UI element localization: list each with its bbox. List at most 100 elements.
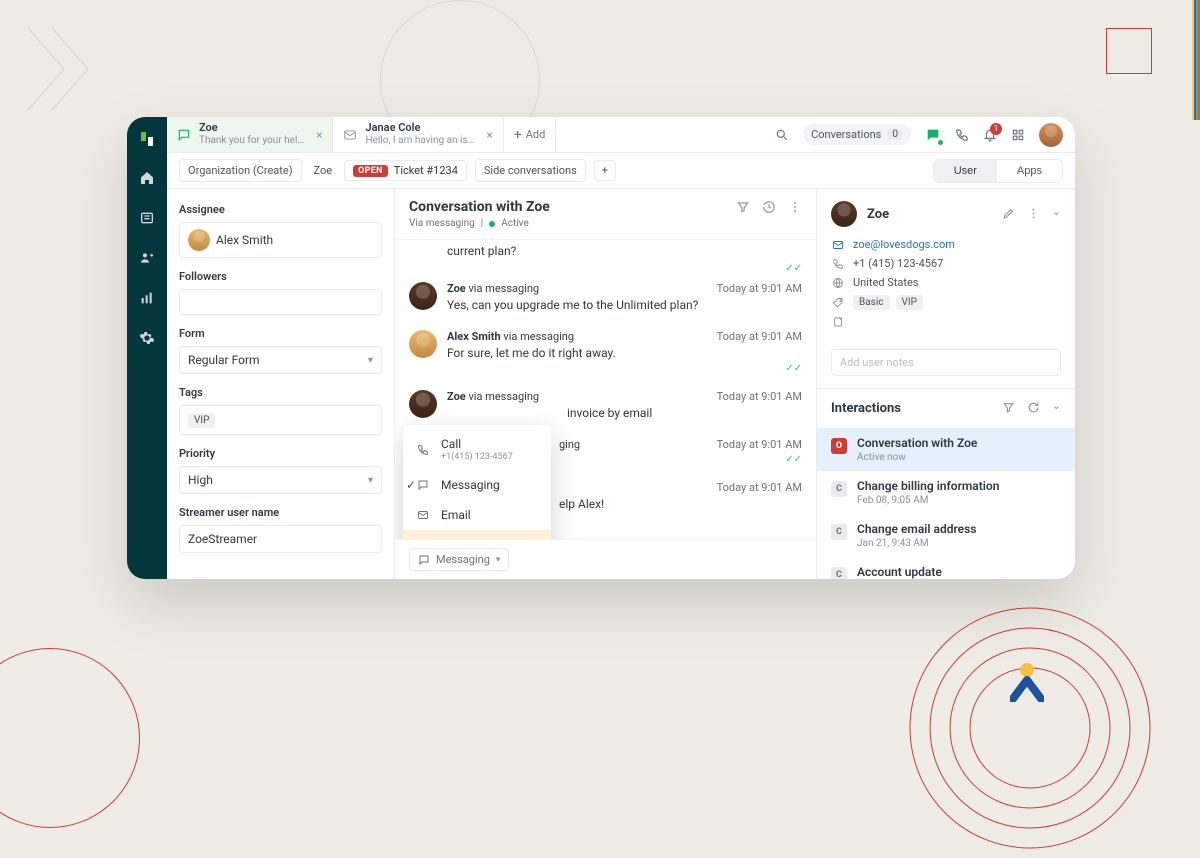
streamer-field[interactable]: ZoeStreamer	[179, 525, 382, 553]
ticket-properties-panel: Assignee Alex Smith Followers Form Regul…	[167, 189, 395, 579]
bg-square	[1106, 28, 1152, 74]
interaction-item[interactable]: C Change billing informationFeb 08, 9:05…	[817, 471, 1075, 514]
message-snippet: current plan?	[409, 244, 802, 260]
close-icon[interactable]: ×	[316, 128, 322, 142]
ticket-status-badge: OPEN	[353, 165, 388, 177]
mail-icon	[831, 239, 845, 251]
right-panel-segment: User Apps	[933, 159, 1063, 183]
bg-quarter-circle	[0, 648, 140, 828]
search-icon[interactable]	[775, 128, 789, 142]
current-user-avatar[interactable]	[1039, 123, 1063, 147]
user-country: United States	[853, 276, 918, 289]
assignee-field[interactable]: Alex Smith	[179, 222, 382, 258]
conversation-status: Active	[501, 218, 529, 229]
interaction-item[interactable]: C Change email addressJan 21, 9:43 AM	[817, 514, 1075, 557]
channel-messaging[interactable]: ✓ Messaging	[403, 470, 551, 500]
interactions-title: Interactions	[831, 401, 901, 416]
tags-field[interactable]: VIP	[179, 405, 382, 435]
user-phone: +1 (415) 123-4567	[853, 257, 943, 270]
user-notes-input[interactable]: Add user notes	[831, 349, 1061, 376]
nav-tickets[interactable]	[138, 209, 156, 227]
phone-icon	[831, 258, 845, 270]
assignee-name: Alex Smith	[216, 233, 273, 247]
avatar	[409, 282, 437, 310]
channel-internal-note[interactable]: Internal note	[403, 530, 551, 539]
apps-grid-icon[interactable]	[1011, 128, 1025, 142]
form-select[interactable]: Regular Form ▾	[179, 346, 382, 374]
user-panel: Zoe ⌄ zoe@lovesdogs.com +1 (415) 123-456…	[817, 189, 1075, 579]
ticket-chip[interactable]: OPEN Ticket #1234	[344, 160, 467, 181]
composer-channel-picker[interactable]: Messaging ▾	[409, 548, 509, 571]
conversation-via: Via messaging	[409, 218, 475, 229]
workspace-tabs: Zoe Thank you for your hel… × Janae Cole…	[167, 117, 1075, 153]
pill-label: Conversations	[811, 128, 881, 141]
channel-email[interactable]: Email	[403, 500, 551, 530]
entity-chip[interactable]: Zoe	[310, 160, 337, 181]
read-checks-icon: ✓✓	[559, 454, 802, 465]
interaction-title: Account update	[857, 565, 942, 579]
message-via: via messaging	[468, 390, 539, 403]
tab-zoe[interactable]: Zoe Thank you for your hel… ×	[167, 117, 333, 152]
read-checks-icon: ✓✓	[409, 263, 802, 274]
channel-label: Email	[441, 508, 471, 522]
close-icon[interactable]: ×	[486, 128, 492, 142]
chevron-down-icon: ▾	[368, 355, 373, 366]
more-icon[interactable]	[788, 199, 802, 218]
segment-user[interactable]: User	[934, 160, 997, 182]
channel-label: Internal note	[441, 538, 508, 539]
segment-apps[interactable]: Apps	[997, 160, 1062, 182]
nav-customers[interactable]	[138, 249, 156, 267]
composer: Messaging ▾	[395, 539, 816, 579]
status-c-badge: C	[831, 481, 847, 497]
streamer-label: Streamer user name	[179, 506, 382, 519]
refresh-icon[interactable]	[1027, 399, 1040, 418]
filter-icon[interactable]	[1002, 399, 1015, 418]
tab-janae[interactable]: Janae Cole Hello, I am having an is… ×	[333, 117, 503, 152]
add-side-conversation[interactable]: +	[594, 160, 616, 181]
filter-icon[interactable]	[736, 199, 750, 218]
message-text: elp Alex!	[559, 497, 802, 511]
tab-add[interactable]: + Add	[504, 117, 557, 152]
tab-subtitle: Hello, I am having an is…	[365, 135, 474, 147]
bg-double-chevron	[24, 24, 94, 114]
nav-reports[interactable]	[138, 289, 156, 307]
message-author: Alex Smith	[447, 330, 501, 343]
bell-icon[interactable]: 1	[983, 128, 997, 142]
side-conversations-chip[interactable]: Side conversations	[475, 159, 586, 182]
phone-icon[interactable]	[955, 128, 969, 142]
channel-switch-menu: Call+1(415) 123-4567 ✓ Messaging Email	[403, 425, 551, 539]
messaging-icon[interactable]	[925, 127, 941, 143]
followers-field[interactable]	[179, 289, 382, 315]
chevron-down-icon: ▾	[368, 475, 373, 486]
priority-value: High	[188, 473, 213, 487]
conversations-pill[interactable]: Conversations 0	[803, 124, 911, 145]
interaction-item[interactable]: C Account updateJan 3, 9:14 AM	[817, 557, 1075, 579]
interaction-sub: Active now	[857, 452, 977, 463]
streamer-value: ZoeStreamer	[188, 532, 257, 546]
chevron-down-icon[interactable]: ⌄	[1052, 399, 1061, 418]
tab-title: Zoe	[199, 122, 304, 135]
user-email[interactable]: zoe@lovesdogs.com	[853, 238, 955, 251]
message-text: Yes, can you upgrade me to the Unlimited…	[447, 298, 802, 312]
assignee-label: Assignee	[179, 203, 382, 216]
channel-call[interactable]: Call+1(415) 123-4567	[403, 429, 551, 470]
sub-toolbar: Organization (Create) Zoe OPEN Ticket #1…	[167, 153, 1075, 189]
history-icon[interactable]	[762, 199, 776, 218]
priority-select[interactable]: High ▾	[179, 466, 382, 494]
avatar	[409, 390, 437, 418]
status-c-badge: C	[831, 567, 847, 579]
conversation-title: Conversation with Zoe	[409, 199, 550, 215]
nav-settings[interactable]	[138, 329, 156, 347]
pill-count: 0	[887, 129, 903, 140]
note-icon	[831, 316, 845, 328]
brand-logo	[1010, 662, 1044, 702]
nav-home[interactable]	[138, 169, 156, 187]
org-chip[interactable]: Organization (Create)	[179, 159, 302, 182]
interaction-item[interactable]: O Conversation with ZoeActive now	[817, 428, 1075, 471]
edit-icon[interactable]	[1002, 205, 1015, 224]
chevron-down-icon[interactable]: ⌄	[1052, 205, 1061, 224]
tag-chip: VIP	[188, 413, 215, 428]
more-icon[interactable]	[1027, 205, 1040, 224]
ticket-number: Ticket #1234	[394, 164, 458, 177]
user-name: Zoe	[867, 207, 889, 222]
